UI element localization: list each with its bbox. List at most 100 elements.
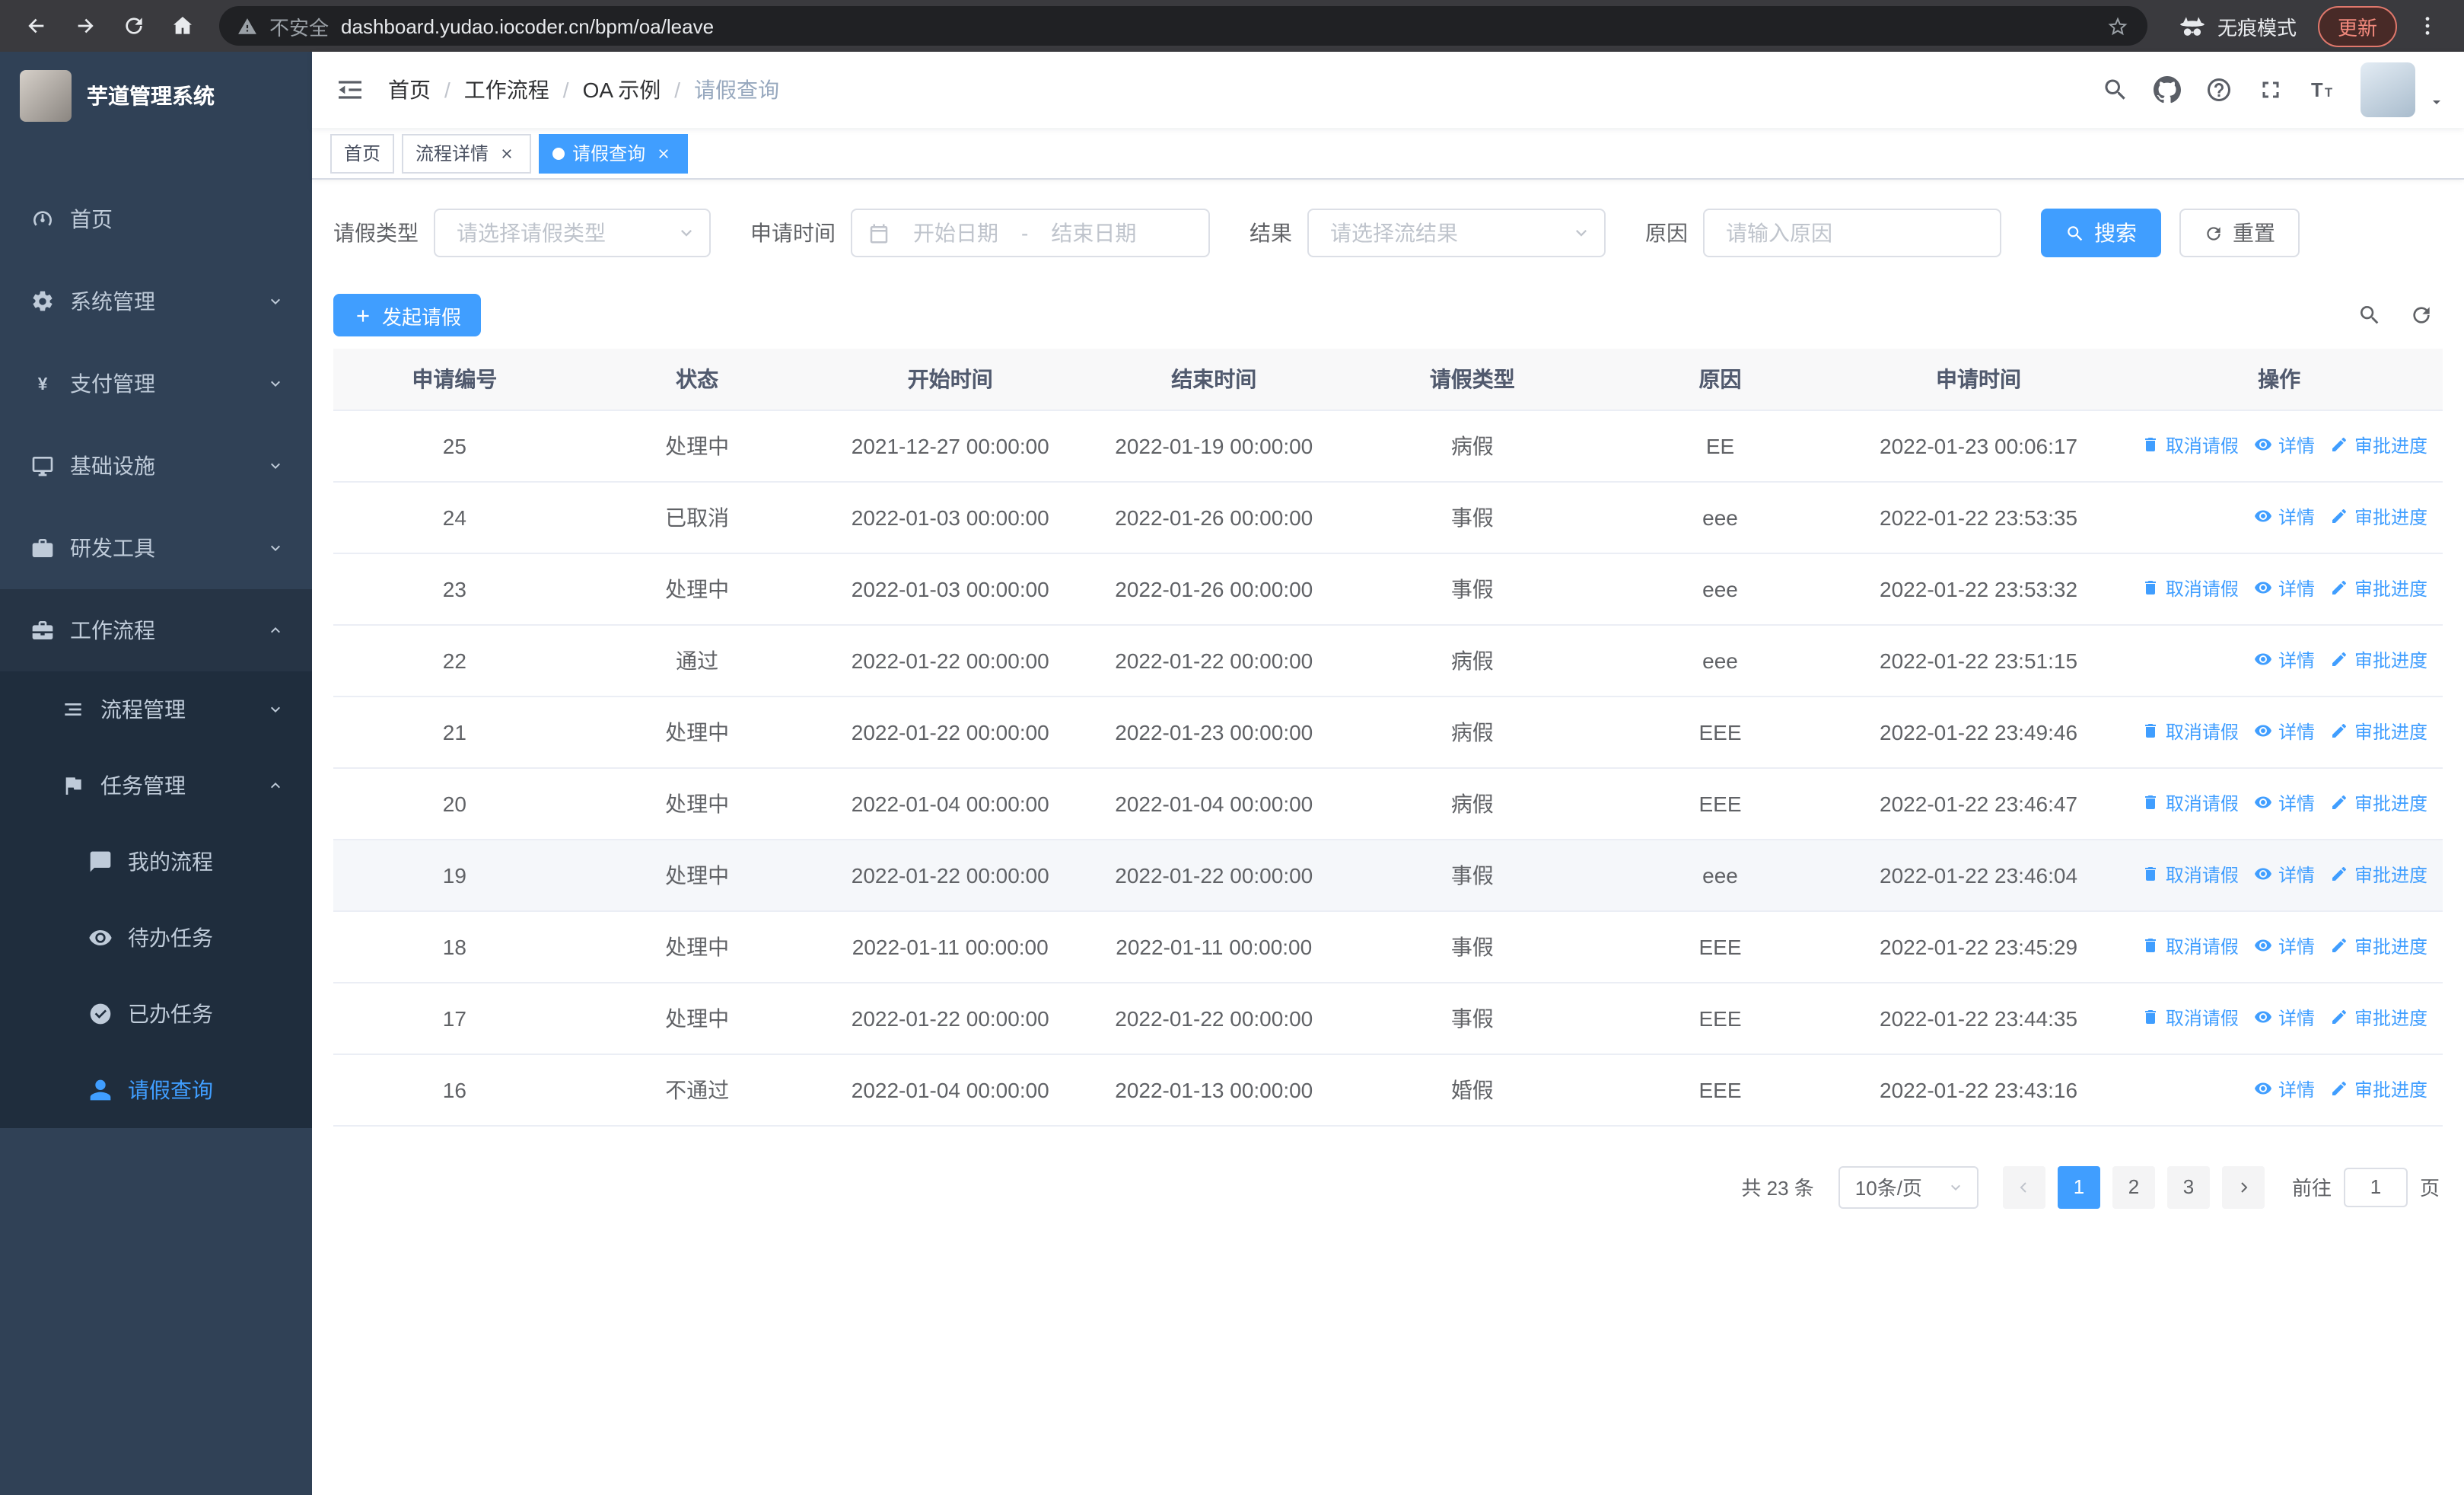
sidebar-item-devtools[interactable]: 研发工具: [0, 507, 312, 589]
reset-button[interactable]: 重置: [2179, 209, 2300, 257]
cancel-leave-link[interactable]: 取消请假: [2141, 575, 2239, 601]
cancel-leave-link[interactable]: 取消请假: [2141, 1005, 2239, 1031]
sidebar-item-infrastructure[interactable]: 基础设施: [0, 425, 312, 507]
action-link-label: 取消请假: [2165, 792, 2239, 814]
close-icon[interactable]: [653, 142, 674, 164]
detail-link[interactable]: 详情: [2254, 862, 2315, 888]
home-button[interactable]: [161, 6, 204, 46]
page-button-3[interactable]: 3: [2166, 1165, 2210, 1208]
help-button[interactable]: [2205, 76, 2233, 104]
approval-progress-link[interactable]: 审批进度: [2330, 432, 2427, 458]
incognito-badge: 无痕模式: [2178, 11, 2297, 40]
apply-time-range-picker[interactable]: -: [851, 209, 1210, 257]
breadcrumb-home[interactable]: 首页: [388, 75, 431, 105]
tab-leave-query[interactable]: 请假查询: [539, 133, 689, 173]
approval-progress-link[interactable]: 审批进度: [2330, 575, 2427, 601]
detail-link[interactable]: 详情: [2254, 1076, 2315, 1102]
font-size-button[interactable]: TT: [2309, 76, 2336, 104]
prev-page-button[interactable]: [2002, 1165, 2045, 1208]
detail-link[interactable]: 详情: [2254, 575, 2315, 601]
browser-menu-button[interactable]: [2406, 6, 2449, 46]
sidebar-item-label: 流程管理: [100, 697, 186, 722]
page-size-select[interactable]: 10条/页: [1838, 1165, 1979, 1208]
cancel-leave-link[interactable]: 取消请假: [2141, 432, 2239, 458]
sidebar-item-leave-query[interactable]: 请假查询: [0, 1052, 312, 1128]
approval-progress-link[interactable]: 审批进度: [2330, 933, 2427, 959]
sidebar-item-todo-tasks[interactable]: 待办任务: [0, 900, 312, 976]
cancel-leave-link[interactable]: 取消请假: [2141, 790, 2239, 816]
end-date-input[interactable]: [1037, 219, 1151, 247]
start-date-input[interactable]: [899, 219, 1012, 247]
bookmark-star-icon[interactable]: [2106, 14, 2129, 37]
detail-link[interactable]: 详情: [2254, 647, 2315, 673]
page-button-2[interactable]: 2: [2112, 1165, 2155, 1208]
warning-icon: [237, 16, 257, 36]
cancel-leave-link[interactable]: 取消请假: [2141, 933, 2239, 959]
approval-progress-link[interactable]: 审批进度: [2330, 647, 2427, 673]
result-select[interactable]: [1307, 209, 1606, 257]
cell-type: 事假: [1345, 553, 1600, 625]
approval-progress-link[interactable]: 审批进度: [2330, 719, 2427, 744]
sidebar-item-task-mgmt[interactable]: 任务管理: [0, 748, 312, 824]
breadcrumb-workflow[interactable]: 工作流程: [464, 75, 549, 105]
detail-link[interactable]: 详情: [2254, 504, 2315, 530]
caret-down-icon[interactable]: [2427, 93, 2446, 111]
edit-icon: [2330, 937, 2348, 955]
leave-type-select-input[interactable]: [454, 219, 667, 247]
table-header-row: 申请编号 状态 开始时间 结束时间 请假类型 原因 申请时间 操作: [333, 349, 2443, 410]
cell-status: 处理中: [575, 839, 819, 911]
detail-link[interactable]: 详情: [2254, 1005, 2315, 1031]
table-refresh-button[interactable]: [2409, 303, 2434, 327]
close-icon[interactable]: [496, 142, 517, 164]
address-bar[interactable]: 不安全 dashboard.yudao.iocoder.cn/bpm/oa/le…: [219, 6, 2147, 46]
goto-page-input[interactable]: [2343, 1167, 2408, 1207]
user-avatar[interactable]: [2361, 62, 2415, 117]
detail-link[interactable]: 详情: [2254, 432, 2315, 458]
sidebar-item-my-process[interactable]: 我的流程: [0, 824, 312, 900]
action-link-label: 详情: [2278, 435, 2315, 457]
detail-link[interactable]: 详情: [2254, 933, 2315, 959]
table-row: 24 已取消 2022-01-03 00:00:00 2022-01-26 00:00…: [333, 481, 2443, 553]
reason-label: 原因: [1645, 221, 1688, 245]
table-search-toggle-button[interactable]: [2357, 303, 2382, 327]
approval-progress-link[interactable]: 审批进度: [2330, 862, 2427, 888]
detail-link[interactable]: 详情: [2254, 790, 2315, 816]
detail-link[interactable]: 详情: [2254, 719, 2315, 744]
leave-type-select[interactable]: [434, 209, 711, 257]
trash-icon: [2141, 436, 2160, 454]
fullscreen-button[interactable]: [2257, 76, 2284, 104]
search-button-label: 搜索: [2094, 221, 2137, 245]
search-button[interactable]: 搜索: [2041, 209, 2161, 257]
breadcrumb-oa-example[interactable]: OA 示例: [583, 75, 661, 105]
forward-button[interactable]: [64, 6, 107, 46]
app-logo[interactable]: 芋道管理系统: [0, 52, 312, 139]
approval-progress-link[interactable]: 审批进度: [2330, 1005, 2427, 1031]
reason-input[interactable]: [1723, 219, 1982, 247]
back-button[interactable]: [15, 6, 58, 46]
sidebar-item-payment[interactable]: ¥ 支付管理: [0, 343, 312, 425]
sidebar-item-home[interactable]: 首页: [0, 178, 312, 260]
page-button-1[interactable]: 1: [2057, 1165, 2100, 1208]
sidebar-item-system[interactable]: 系统管理: [0, 260, 312, 343]
approval-progress-link[interactable]: 审批进度: [2330, 1076, 2427, 1102]
sidebar-toggle-button[interactable]: [312, 52, 388, 128]
result-select-input[interactable]: [1327, 219, 1561, 247]
sidebar-item-done-tasks[interactable]: 已办任务: [0, 976, 312, 1052]
tab-home[interactable]: 首页: [330, 133, 395, 173]
next-page-button[interactable]: [2221, 1165, 2265, 1208]
sidebar-item-process-mgmt[interactable]: 流程管理: [0, 671, 312, 748]
approval-progress-link[interactable]: 审批进度: [2330, 790, 2427, 816]
reload-button[interactable]: [113, 6, 155, 46]
create-leave-button[interactable]: 发起请假: [333, 294, 482, 336]
cancel-leave-link[interactable]: 取消请假: [2141, 862, 2239, 888]
approval-progress-link[interactable]: 审批进度: [2330, 504, 2427, 530]
github-button[interactable]: [2154, 76, 2181, 104]
header-search-button[interactable]: [2102, 76, 2129, 104]
update-button[interactable]: 更新: [2317, 5, 2397, 46]
cell-start: 2022-01-11 00:00:00: [818, 910, 1082, 983]
sidebar-item-workflow[interactable]: 工作流程: [0, 589, 312, 671]
cell-end: 2022-01-13 00:00:00: [1082, 1054, 1346, 1126]
tab-process-detail[interactable]: 流程详情: [402, 133, 532, 173]
cancel-leave-link[interactable]: 取消请假: [2141, 719, 2239, 744]
cell-actions: 取消请假 详情 审批进度: [2115, 696, 2443, 768]
